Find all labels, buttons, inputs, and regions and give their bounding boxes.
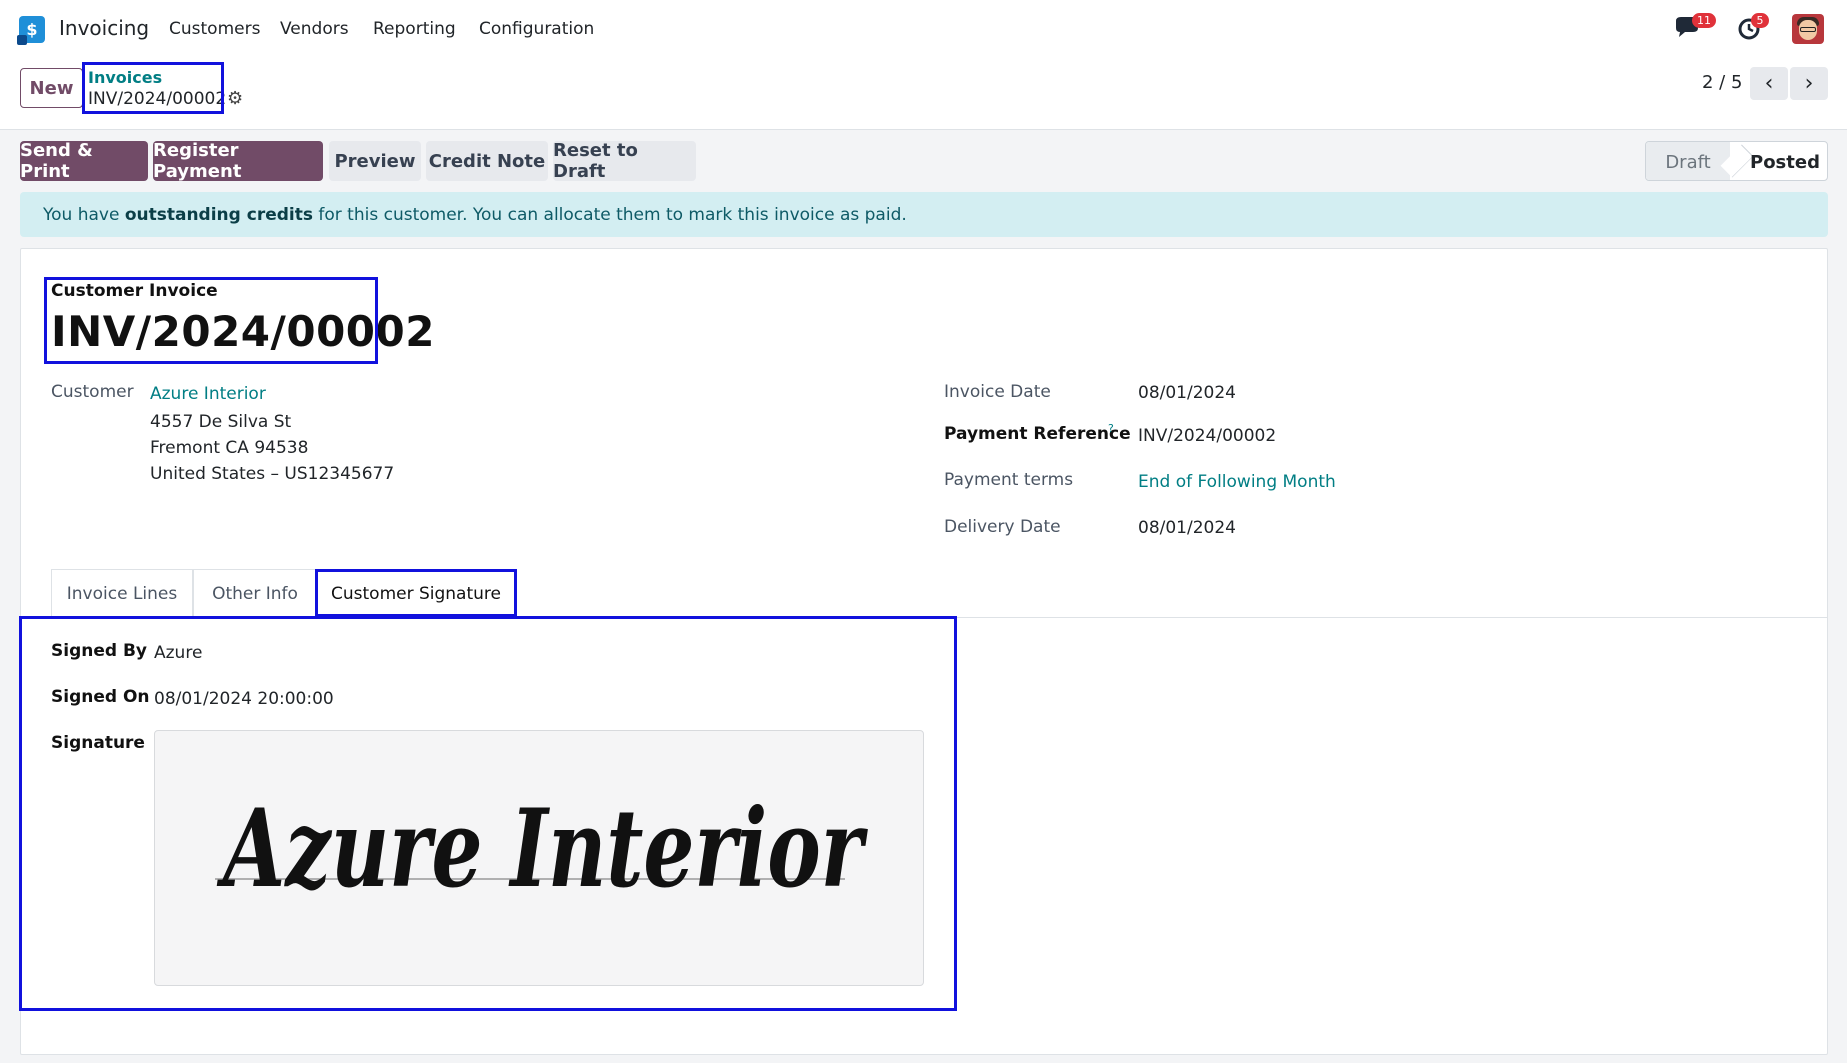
signed-by-field[interactable]: Azure xyxy=(154,643,202,663)
help-tooltip-icon[interactable]: ? xyxy=(1108,422,1114,435)
invoicing-app-icon[interactable]: $ xyxy=(17,16,45,45)
control-panel xyxy=(0,58,1847,130)
register-payment-button[interactable]: Register Payment xyxy=(153,140,323,182)
customer-address-line1: 4557 De Silva St xyxy=(150,412,292,432)
chevron-left-icon: ‹ xyxy=(1764,71,1774,96)
delivery-date-field[interactable]: 08/01/2024 xyxy=(1138,518,1236,538)
avatar-glasses xyxy=(1800,27,1816,32)
credit-note-button[interactable]: Credit Note xyxy=(426,141,548,181)
nav-reporting[interactable]: Reporting xyxy=(373,19,456,39)
pager-previous-button[interactable]: ‹ xyxy=(1750,67,1788,100)
gear-icon[interactable]: ⚙ xyxy=(227,88,243,109)
signed-by-label: Signed By xyxy=(51,641,147,661)
signature-text: Azure Interior xyxy=(216,786,868,912)
payment-terms-label: Payment terms xyxy=(944,470,1074,490)
nav-vendors[interactable]: Vendors xyxy=(280,19,349,39)
pager-next-button[interactable]: › xyxy=(1790,67,1828,100)
breadcrumb-highlight-box xyxy=(82,62,224,114)
signature-image[interactable]: Azure Interior xyxy=(154,730,924,986)
status-bar: Draft Posted xyxy=(1645,141,1828,181)
customer-label: Customer xyxy=(51,382,134,402)
pager-value[interactable]: 2 / 5 xyxy=(1702,72,1742,93)
payment-reference-label: Payment Reference xyxy=(944,424,1131,444)
customer-address-line3: United States – US12345677 xyxy=(150,464,395,484)
payment-terms-field[interactable]: End of Following Month xyxy=(1138,472,1336,492)
nav-configuration[interactable]: Configuration xyxy=(479,19,594,39)
status-posted[interactable]: Posted xyxy=(1742,142,1827,180)
user-avatar[interactable] xyxy=(1792,14,1824,44)
send-print-button[interactable]: Send & Print xyxy=(20,140,148,182)
top-navbar: $ Invoicing Customers Vendors Reporting … xyxy=(0,0,1847,58)
customer-name-link[interactable]: Azure Interior xyxy=(150,384,266,404)
new-button[interactable]: New xyxy=(20,68,83,108)
preview-button[interactable]: Preview xyxy=(329,141,421,181)
reset-to-draft-button[interactable]: Reset to Draft xyxy=(553,140,696,182)
alert-text-prefix: You have xyxy=(43,204,125,225)
signature-label: Signature xyxy=(51,733,145,753)
tab-other-info[interactable]: Other Info xyxy=(193,569,317,618)
nav-customers[interactable]: Customers xyxy=(169,19,260,39)
tab-invoice-lines[interactable]: Invoice Lines xyxy=(51,569,193,618)
tab-highlight-box xyxy=(315,569,517,617)
status-draft[interactable]: Draft xyxy=(1646,142,1730,180)
alert-outstanding-credits-link[interactable]: outstanding credits xyxy=(125,205,313,225)
invoice-date-label: Invoice Date xyxy=(944,382,1051,402)
signature-drawing: Azure Interior xyxy=(215,786,868,912)
customer-address-line2: Fremont CA 94538 xyxy=(150,438,309,458)
alert-text-suffix: for this customer. You can allocate them… xyxy=(312,204,907,225)
title-highlight-box xyxy=(44,277,378,364)
dollar-icon: $ xyxy=(26,20,38,39)
outstanding-credits-alert: You have outstanding credits for this cu… xyxy=(20,192,1828,237)
app-name[interactable]: Invoicing xyxy=(59,16,149,40)
activities-badge: 5 xyxy=(1751,13,1769,28)
signed-on-field[interactable]: 08/01/2024 20:00:00 xyxy=(154,689,334,709)
invoice-date-field[interactable]: 08/01/2024 xyxy=(1138,383,1236,403)
chevron-right-icon: › xyxy=(1804,71,1814,96)
signed-on-label: Signed On xyxy=(51,687,150,707)
delivery-date-label: Delivery Date xyxy=(944,517,1061,537)
messages-badge: 11 xyxy=(1692,13,1716,28)
payment-reference-field[interactable]: INV/2024/00002 xyxy=(1138,426,1276,446)
